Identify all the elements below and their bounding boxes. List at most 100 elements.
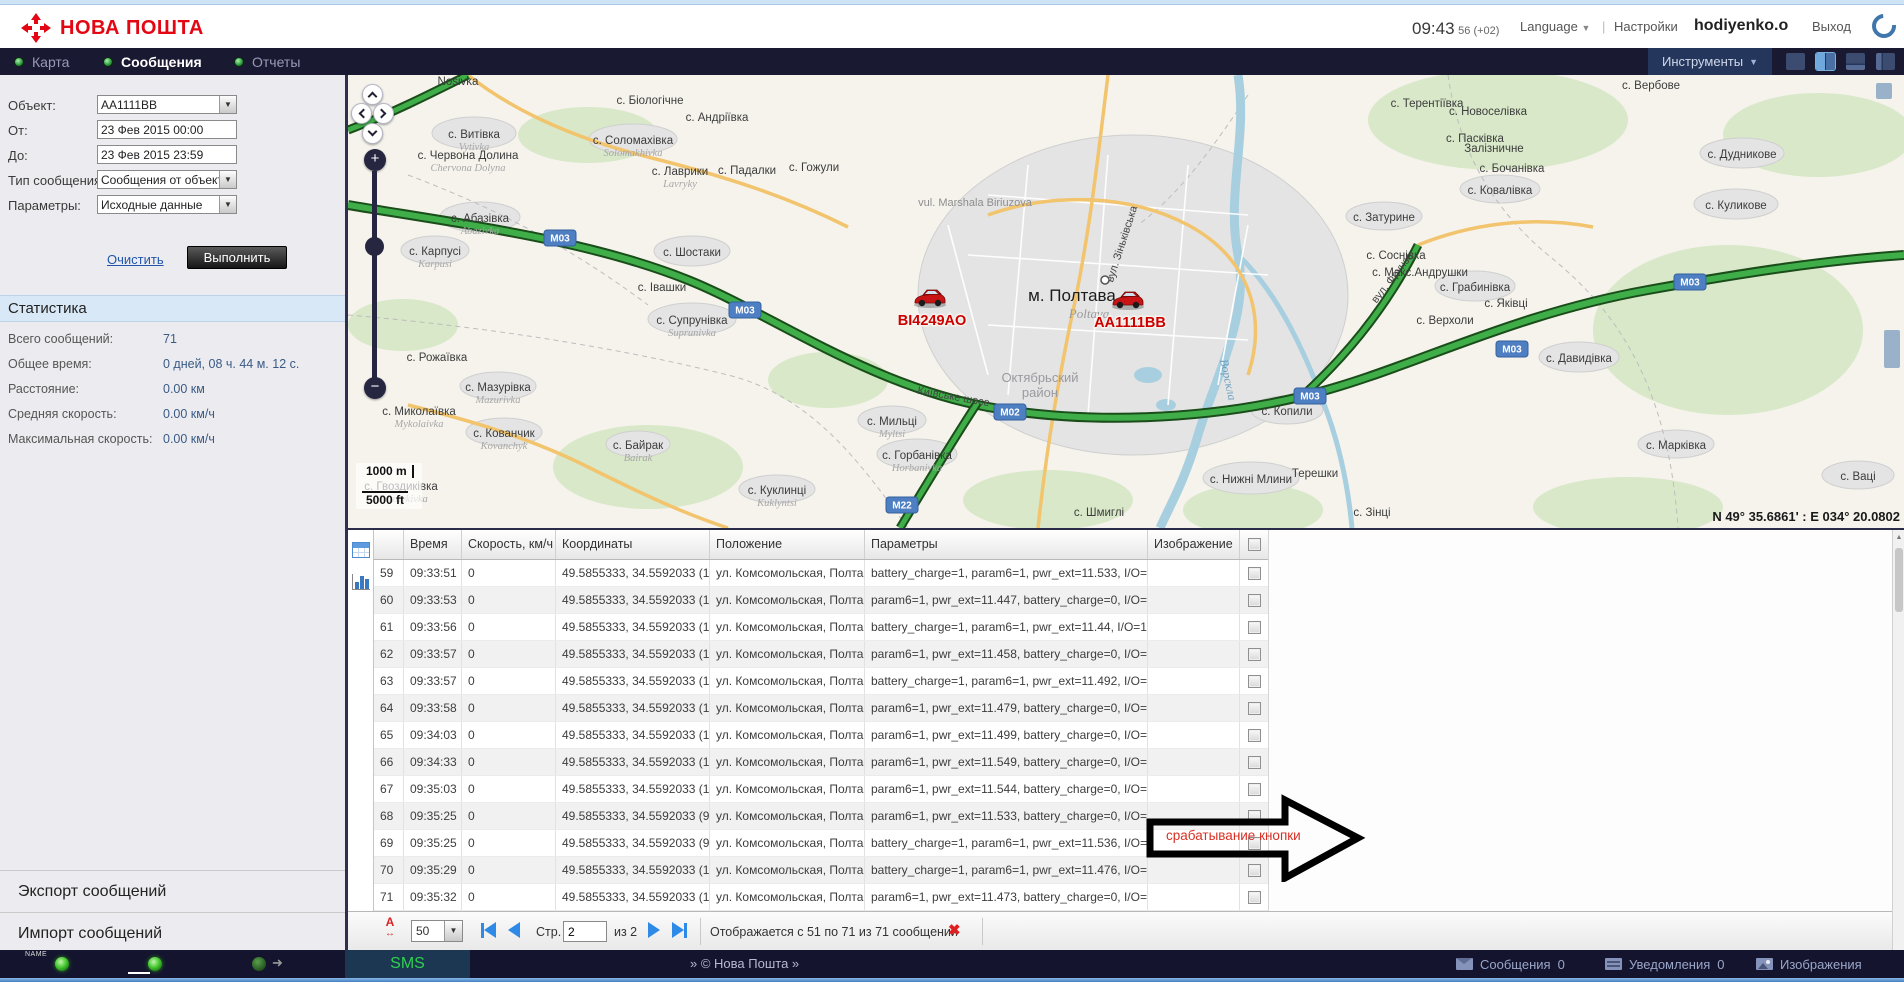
pan-down-button[interactable] — [362, 123, 383, 144]
field-select[interactable]: Исходные данные▼ — [97, 195, 237, 214]
cell-loc: ул. Комсомольская, Полтава — [710, 695, 865, 721]
layout-two-pane-icon[interactable] — [1816, 53, 1835, 70]
chevron-down-icon[interactable]: ▼ — [219, 171, 236, 188]
table-row[interactable]: 6609:34:33049.5855333, 34.5592033 (10)ул… — [374, 749, 1268, 776]
zoom-slider-handle[interactable] — [365, 237, 384, 256]
next-page-button[interactable] — [648, 922, 660, 938]
table-row[interactable]: 6009:33:53049.5855333, 34.5592033 (10)ул… — [374, 587, 1268, 614]
col-coordinates[interactable]: Координаты — [556, 530, 710, 559]
layout-left-split-icon[interactable] — [1876, 53, 1895, 70]
images-status[interactable]: Изображения — [1756, 950, 1862, 978]
layout-bottom-split-icon[interactable] — [1846, 53, 1865, 70]
tab-reports[interactable]: Отчеты — [234, 48, 300, 75]
notifications-status[interactable]: Уведомления0 — [1605, 950, 1725, 978]
cell-loc: ул. Комсомольская, Полтава — [710, 614, 865, 640]
field-input[interactable]: 23 Фев 2015 23:59 — [97, 145, 237, 164]
page-size-select[interactable]: 50▼ — [411, 920, 463, 942]
image-icon — [1756, 958, 1773, 970]
scrollbar-thumb[interactable] — [1895, 548, 1903, 612]
clock: 09:43 56 (+02) — [1412, 19, 1499, 39]
row-checkbox[interactable] — [1248, 702, 1261, 715]
scrollbar-up-icon[interactable]: ▲ — [1894, 532, 1904, 544]
col-location[interactable]: Положение — [710, 530, 865, 559]
table-row[interactable]: 7109:35:32049.5855333, 34.5592033 (10)ул… — [374, 884, 1268, 911]
tab-map[interactable]: Карта — [14, 48, 69, 75]
table-scrollbar[interactable]: ▲ — [1892, 530, 1904, 950]
messages-status[interactable]: Сообщения0 — [1456, 950, 1565, 978]
logout-link[interactable]: Выход — [1812, 19, 1851, 34]
table-row[interactable]: 5909:33:51049.5855333, 34.5592033 (10)ул… — [374, 560, 1268, 587]
page-input[interactable] — [563, 921, 607, 942]
table-row[interactable]: 6109:33:56049.5855333, 34.5592033 (10)ул… — [374, 614, 1268, 641]
last-page-button[interactable] — [672, 922, 687, 938]
tab-dot-icon — [234, 57, 244, 67]
table-row[interactable]: 6809:35:25049.5855333, 34.5592033 (9)ул.… — [374, 803, 1268, 830]
chart-view-icon[interactable] — [352, 574, 370, 590]
table-view-icon[interactable] — [352, 542, 370, 558]
field-select[interactable]: Сообщения от объекта▼ — [97, 170, 237, 189]
row-checkbox[interactable] — [1248, 783, 1261, 796]
row-checkbox[interactable] — [1248, 567, 1261, 580]
settings-link[interactable]: Настройки — [1614, 19, 1678, 34]
col-image[interactable]: Изображение — [1148, 530, 1240, 559]
tab-messages[interactable]: Сообщения — [103, 48, 202, 75]
map[interactable]: vul. Marshala BiriuzovaКиївське шосевул.… — [348, 75, 1904, 528]
clear-link[interactable]: Очистить — [107, 252, 164, 267]
row-checkbox[interactable] — [1248, 621, 1261, 634]
field-select[interactable]: AA1111BB▼ — [97, 95, 237, 114]
col-time[interactable]: Время — [404, 530, 462, 559]
table-row[interactable]: 6309:33:57049.5855333, 34.5592033 (10)ул… — [374, 668, 1268, 695]
row-checkbox[interactable] — [1248, 648, 1261, 661]
cell-coord: 49.5855333, 34.5592033 (10) — [556, 695, 710, 721]
cell-par: param6=1, pwr_ext=11.533, battery_charge… — [865, 803, 1148, 829]
first-page-button[interactable] — [481, 922, 496, 938]
copyright[interactable]: » © Нова Пошта » — [690, 950, 799, 978]
chevron-down-icon[interactable]: ▼ — [219, 196, 236, 213]
prev-page-button[interactable] — [508, 922, 520, 938]
zoom-out-button[interactable]: − — [364, 377, 386, 399]
table-row[interactable]: 6209:33:57049.5855333, 34.5592033 (10)ул… — [374, 641, 1268, 668]
col-speed[interactable]: Скорость, км/ч — [462, 530, 556, 559]
row-checkbox[interactable] — [1248, 594, 1261, 607]
field-input[interactable]: 23 Фев 2015 00:00 — [97, 120, 237, 139]
pan-up-button[interactable] — [362, 84, 383, 105]
import-messages-item[interactable]: Импорт сообщений — [0, 912, 345, 954]
username[interactable]: hodiyenko.o — [1694, 17, 1788, 35]
select-all-checkbox[interactable] — [1248, 538, 1261, 551]
sms-button[interactable]: SMS — [345, 950, 470, 978]
map-fullscreen-icon[interactable] — [1876, 83, 1892, 99]
chevron-down-icon[interactable]: ▼ — [219, 96, 236, 113]
table-row[interactable]: 6909:35:25049.5855333, 34.5592033 (9)ул.… — [374, 830, 1268, 857]
col-parameters[interactable]: Параметры — [865, 530, 1148, 559]
language-menu[interactable]: Language ▼ — [1520, 19, 1590, 34]
row-checkbox[interactable] — [1248, 864, 1261, 877]
row-checkbox[interactable] — [1248, 810, 1261, 823]
tools-menu[interactable]: Инструменты▼ — [1648, 48, 1772, 75]
table-row[interactable]: 6509:34:03049.5855333, 34.5592033 (10)ул… — [374, 722, 1268, 749]
row-checkbox[interactable] — [1248, 756, 1261, 769]
cell-par: battery_charge=1, param6=1, pwr_ext=11.5… — [865, 830, 1148, 856]
table-row[interactable]: 7009:35:29049.5855333, 34.5592033 (10)ул… — [374, 857, 1268, 884]
cell-time: 09:35:03 — [404, 776, 462, 802]
cell-n: 64 — [374, 695, 404, 721]
table-row[interactable]: 6409:33:58049.5855333, 34.5592033 (10)ул… — [374, 695, 1268, 722]
row-checkbox[interactable] — [1248, 891, 1261, 904]
map-layers-icon[interactable] — [1884, 330, 1900, 368]
row-checkbox[interactable] — [1248, 729, 1261, 742]
zoom-in-button[interactable]: + — [364, 149, 386, 171]
svg-text:М03: М03 — [1300, 392, 1320, 403]
stat-label: Расстояние: — [8, 382, 79, 396]
cell-speed: 0 — [462, 749, 556, 775]
close-icon[interactable]: ✖ — [948, 921, 961, 939]
row-checkbox[interactable] — [1248, 837, 1261, 850]
execute-button[interactable]: Выполнить — [187, 246, 287, 269]
layout-single-icon[interactable] — [1786, 53, 1805, 70]
row-checkbox[interactable] — [1248, 675, 1261, 688]
zoom-slider-track[interactable] — [372, 171, 377, 387]
table-row[interactable]: 6709:35:03049.5855333, 34.5592033 (10)ул… — [374, 776, 1268, 803]
map-label: Kovanchyk — [480, 441, 528, 452]
pan-left-button[interactable] — [351, 103, 372, 124]
auto-width-icon[interactable]: A↔ — [382, 917, 398, 939]
pan-right-button[interactable] — [373, 103, 394, 124]
export-messages-item[interactable]: Экспорт сообщений — [0, 870, 345, 912]
